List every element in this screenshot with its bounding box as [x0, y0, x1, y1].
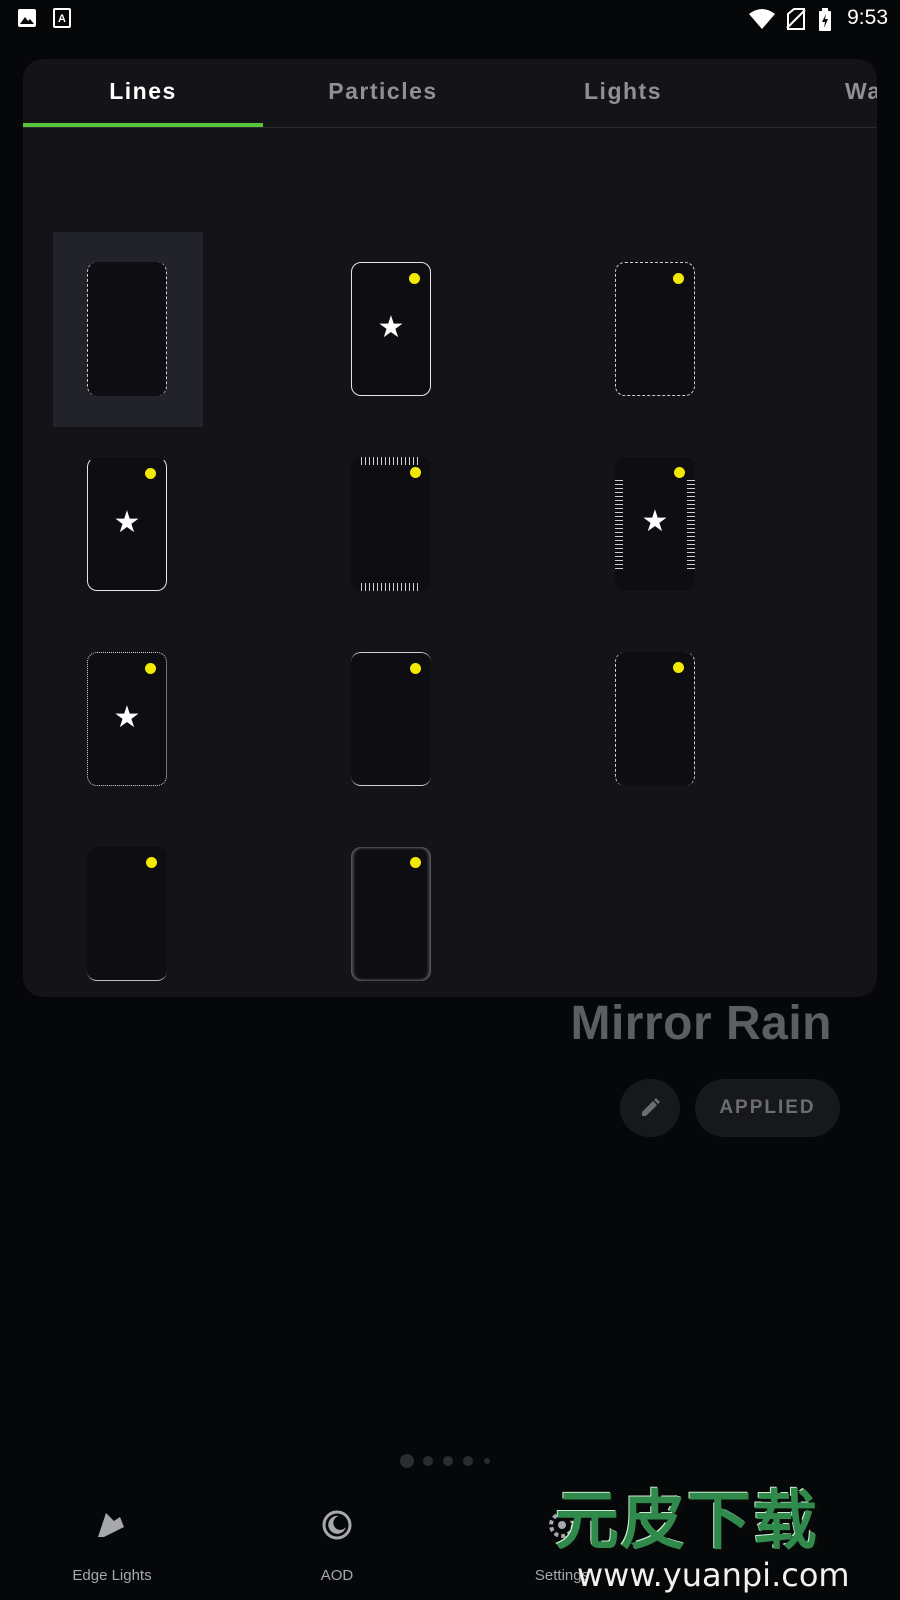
effect-title: Mirror Rain [570, 997, 832, 1050]
style-option-3[interactable] [581, 232, 731, 427]
star-icon: ★ [113, 700, 141, 735]
notification-dot [146, 857, 157, 868]
watermark: 元皮下载 www.yuanpi.com [555, 1470, 895, 1598]
phone-preview [615, 652, 695, 786]
page-dot [443, 1456, 453, 1466]
page-dot [423, 1456, 433, 1466]
svg-text:A: A [58, 13, 66, 25]
style-option-5[interactable] [317, 427, 467, 622]
phone-preview [615, 262, 695, 396]
no-sim-icon [786, 8, 806, 30]
style-option-8[interactable] [317, 622, 467, 817]
notification-dot [409, 273, 420, 284]
style-option-11[interactable] [317, 817, 467, 997]
style-grid: ★ ★ ★ ★ [23, 127, 877, 997]
wifi-icon [749, 9, 775, 29]
phone-preview [351, 457, 431, 591]
phone-preview: ★ [87, 457, 167, 591]
phone-preview [351, 847, 431, 981]
notification-dot [674, 467, 685, 478]
nav-label: Edge Lights [72, 1567, 152, 1584]
phone-preview [87, 847, 167, 981]
battery-charging-icon [819, 8, 831, 31]
style-option-10[interactable] [53, 817, 203, 997]
notification-dot [673, 662, 684, 673]
phone-preview: ★ [87, 652, 167, 786]
notification-dot [410, 663, 421, 674]
star-icon: ★ [113, 505, 141, 540]
star-icon: ★ [641, 504, 669, 539]
tab-lines[interactable]: Lines [23, 59, 263, 127]
style-option-4[interactable]: ★ [53, 427, 203, 622]
watermark-logo-text: 元皮下载 [555, 1485, 819, 1559]
style-option-6[interactable]: ★ [581, 427, 731, 622]
watermark-url: www.yuanpi.com [577, 1556, 850, 1594]
phone-preview: ★ [351, 262, 431, 396]
phone-preview [87, 262, 167, 396]
nav-aod[interactable]: AOD [247, 1495, 427, 1600]
status-bar: A 9:53 [0, 0, 900, 36]
image-notification-icon [18, 9, 36, 27]
style-option-7[interactable]: ★ [53, 622, 203, 817]
notification-dot [410, 467, 421, 478]
notification-dot [410, 857, 421, 868]
tab-particles[interactable]: Particles [263, 59, 503, 127]
phone-preview: ★ [615, 457, 695, 591]
pencil-icon [642, 1098, 660, 1116]
edit-button[interactable] [620, 1079, 680, 1137]
category-tabs: Lines Particles Lights Waves [23, 59, 877, 128]
nav-edge-lights[interactable]: Edge Lights [22, 1495, 202, 1600]
applied-button[interactable]: APPLIED [695, 1079, 840, 1137]
page-dot [463, 1456, 473, 1466]
tab-waves[interactable]: Waves [743, 59, 877, 127]
style-picker-sheet: Lines Particles Lights Waves ★ ★ [23, 59, 877, 997]
style-option-9[interactable] [581, 622, 731, 817]
style-option-2[interactable]: ★ [317, 232, 467, 427]
notification-dot [673, 273, 684, 284]
star-icon: ★ [377, 310, 405, 345]
phone-preview [351, 652, 431, 786]
page-dot-active [400, 1454, 414, 1468]
nav-label: AOD [320, 1567, 354, 1584]
notification-dot [145, 468, 156, 479]
tab-lights[interactable]: Lights [503, 59, 743, 127]
notification-dot [145, 663, 156, 674]
aod-moon-icon [322, 1510, 352, 1540]
style-option-1[interactable] [53, 232, 203, 427]
clock: 9:53 [847, 6, 888, 29]
page-dot [484, 1458, 490, 1464]
font-notification-icon: A [53, 8, 71, 28]
edge-lights-icon [98, 1513, 124, 1537]
